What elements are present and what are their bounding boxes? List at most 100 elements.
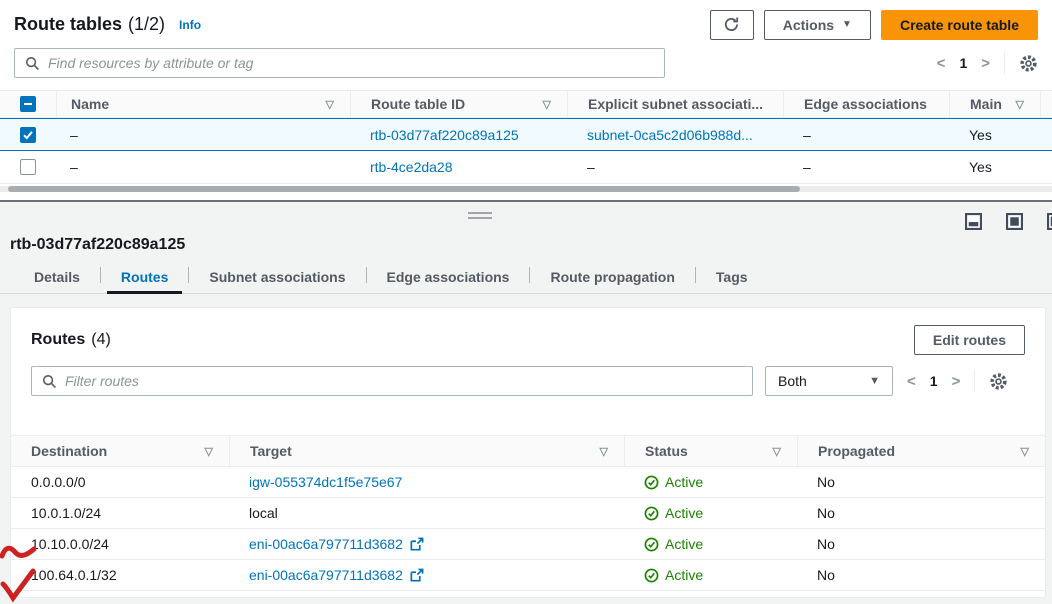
sort-icon: ▽ <box>600 445 608 458</box>
sort-icon: ▽ <box>773 445 781 458</box>
status-active-icon <box>644 506 659 521</box>
row-checkbox[interactable] <box>20 159 36 175</box>
split-panel-drag-handle[interactable] <box>468 212 492 222</box>
detail-panel: rtb-03d77af220c89a125 DetailsRoutesSubne… <box>0 200 1052 604</box>
column-header-main[interactable]: Main ▽ <box>949 91 1040 117</box>
select-all-checkbox[interactable] <box>20 96 36 112</box>
tab-details[interactable]: Details <box>14 261 100 293</box>
cell-main: Yes <box>949 127 1040 143</box>
prev-page-icon[interactable]: < <box>937 55 946 72</box>
scrollbar-thumb[interactable] <box>8 186 800 192</box>
column-header-explicit-subnet[interactable]: Explicit subnet associati... <box>567 91 783 117</box>
cell-subnet-association[interactable]: subnet-0ca5c2d06b988d... <box>567 127 783 143</box>
search-icon <box>42 374 57 389</box>
horizontal-scrollbar[interactable] <box>0 184 1052 200</box>
refresh-button[interactable] <box>710 10 754 40</box>
cell-destination: 0.0.0.0/0 <box>11 474 229 490</box>
column-header-target[interactable]: Target ▽ <box>229 436 624 466</box>
column-header-propagated[interactable]: Propagated ▽ <box>797 436 1045 466</box>
route-tables-toolbar: < 1 > <box>0 44 1052 80</box>
settings-gear-icon[interactable] <box>989 372 1008 391</box>
sort-icon: ▽ <box>1021 445 1029 458</box>
cell-propagated: No <box>797 505 1045 521</box>
actions-button[interactable]: Actions ▼ <box>764 10 871 40</box>
split-side-layout-icon[interactable] <box>1047 213 1052 230</box>
page-count: (1/2) <box>128 14 165 35</box>
filter-routes-input[interactable] <box>65 373 742 389</box>
external-link-icon[interactable] <box>409 568 424 583</box>
route-table-id-link[interactable]: rtb-03d77af220c89a125 <box>370 127 519 143</box>
cell-name: – <box>56 127 350 143</box>
cell-edge-associations: – <box>783 127 949 143</box>
sort-icon: ▽ <box>326 98 334 111</box>
create-label: Create route table <box>900 17 1019 33</box>
caret-down-icon: ▼ <box>842 19 852 30</box>
cell-main: Yes <box>949 159 1040 175</box>
column-header-route-table-id[interactable]: Route table ID ▽ <box>350 91 567 117</box>
route-row[interactable]: 100.64.0.1/32 eni-00ac6a797711d3682 Acti… <box>11 560 1045 591</box>
cell-target: local <box>249 505 278 521</box>
tab-routes[interactable]: Routes <box>101 261 188 293</box>
create-route-table-button[interactable]: Create route table <box>881 10 1038 40</box>
external-link-icon[interactable] <box>409 537 424 552</box>
sort-icon: ▽ <box>543 98 551 111</box>
status-badge: Active <box>665 536 703 552</box>
tab-subnet-associations[interactable]: Subnet associations <box>189 261 365 293</box>
cell-name: – <box>56 159 350 175</box>
cell-target: eni-00ac6a797711d3682 <box>249 567 403 583</box>
route-row[interactable]: 10.10.0.0/24 eni-00ac6a797711d3682 Activ… <box>11 529 1045 560</box>
settings-gear-icon[interactable] <box>1019 54 1038 73</box>
page-number[interactable]: 1 <box>930 373 938 389</box>
route-table-id-link[interactable]: rtb-4ce2da28 <box>370 159 453 175</box>
route-table-row[interactable]: – rtb-4ce2da28 – – Yes <box>0 151 1052 184</box>
routes-count: (4) <box>91 331 111 349</box>
tab-tags[interactable]: Tags <box>696 261 768 293</box>
route-tables-table: Name ▽ Route table ID ▽ Explicit subnet … <box>0 90 1052 200</box>
actions-label: Actions <box>783 17 834 33</box>
status-badge: Active <box>665 505 703 521</box>
cell-target: eni-00ac6a797711d3682 <box>249 536 403 552</box>
cell-target: igw-055374dc1f5e75e67 <box>249 474 402 490</box>
column-header-destination[interactable]: Destination ▽ <box>11 436 229 466</box>
cell-destination: 100.64.0.1/32 <box>11 567 229 583</box>
divider <box>1004 52 1005 74</box>
search-icon <box>25 56 40 71</box>
cell-destination: 10.10.0.0/24 <box>11 536 229 552</box>
status-active-icon <box>644 475 659 490</box>
column-header-name[interactable]: Name ▽ <box>56 91 350 117</box>
column-header-status[interactable]: Status ▽ <box>624 436 797 466</box>
cell-subnet-association[interactable]: – <box>567 159 783 175</box>
route-table-row[interactable]: – rtb-03d77af220c89a125 subnet-0ca5c2d06… <box>0 118 1052 151</box>
full-panel-layout-icon[interactable] <box>1006 213 1023 230</box>
caret-down-icon: ▼ <box>869 375 880 387</box>
route-row[interactable]: 10.0.1.0/24 local Active No <box>11 498 1045 529</box>
prev-page-icon[interactable]: < <box>907 373 916 390</box>
filter-routes-search[interactable] <box>31 366 753 396</box>
refresh-icon <box>723 16 740 33</box>
panel-layout-toggles <box>965 213 1052 230</box>
edit-routes-button[interactable]: Edit routes <box>914 325 1025 355</box>
cell-propagated: No <box>797 567 1045 583</box>
status-active-icon <box>644 537 659 552</box>
red-squiggle-annotation <box>0 542 38 566</box>
search-input[interactable] <box>48 55 654 71</box>
routes-filter-select[interactable]: Both ▼ <box>765 366 893 396</box>
column-header-edge-associations[interactable]: Edge associations <box>783 91 949 117</box>
cell-propagated: No <box>797 536 1045 552</box>
page-title: Route tables <box>14 14 122 35</box>
sort-icon: ▽ <box>205 445 213 458</box>
select-value: Both <box>778 373 807 389</box>
page-number[interactable]: 1 <box>959 55 967 71</box>
routes-title: Routes <box>31 331 85 349</box>
detail-panel-title: rtb-03d77af220c89a125 <box>0 202 1052 254</box>
tab-route-propagation[interactable]: Route propagation <box>530 261 694 293</box>
tab-edge-associations[interactable]: Edge associations <box>367 261 530 293</box>
next-page-icon[interactable]: > <box>981 55 990 72</box>
row-checkbox[interactable] <box>20 127 36 143</box>
split-bottom-layout-icon[interactable] <box>965 213 982 230</box>
find-resources-search[interactable] <box>14 48 665 78</box>
next-page-icon[interactable]: > <box>952 373 961 390</box>
route-row[interactable]: 0.0.0.0/0 igw-055374dc1f5e75e67 Active N… <box>11 467 1045 498</box>
status-active-icon <box>644 568 659 583</box>
info-link[interactable]: Info <box>179 18 201 32</box>
